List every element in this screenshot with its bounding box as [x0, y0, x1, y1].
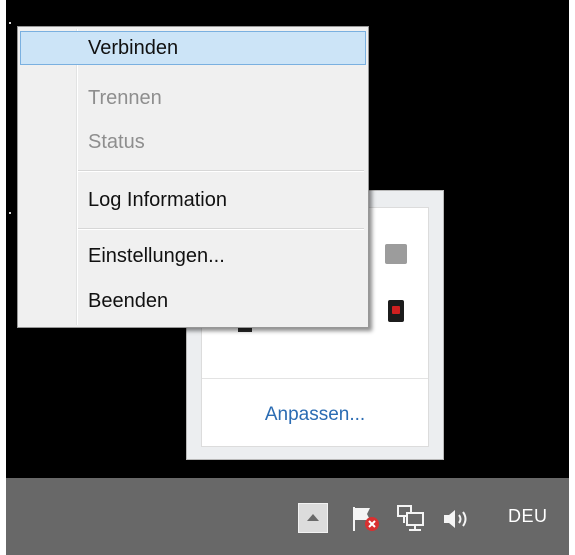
show-hidden-icons-button[interactable] — [298, 503, 328, 533]
app-tray-icon[interactable] — [388, 300, 404, 322]
volume-icon[interactable] — [440, 505, 474, 533]
menu-item-beenden[interactable]: Beenden — [20, 284, 366, 318]
network-icon[interactable] — [395, 503, 429, 533]
customize-link[interactable]: Anpassen... — [202, 404, 428, 426]
desktop-dot — [9, 212, 11, 214]
menu-item-log-information[interactable]: Log Information — [20, 183, 366, 217]
app-tray-icon[interactable] — [385, 244, 407, 264]
desktop-dot — [9, 22, 11, 24]
menu-item-verbinden[interactable]: Verbinden — [20, 31, 366, 65]
menu-separator — [78, 228, 364, 230]
menu-item-trennen[interactable]: Trennen — [20, 81, 366, 115]
menu-item-status[interactable]: Status — [20, 125, 366, 159]
menu-item-einstellungen[interactable]: Einstellungen... — [20, 239, 366, 273]
menu-separator — [78, 170, 364, 172]
action-center-flag-icon[interactable] — [350, 505, 384, 533]
taskbar — [6, 478, 569, 555]
tray-divider — [202, 378, 428, 379]
context-menu: Verbinden Trennen Status Log Information… — [17, 26, 369, 328]
language-indicator[interactable]: DEU — [508, 506, 548, 527]
menu-icon-gutter-highlight — [77, 29, 78, 325]
